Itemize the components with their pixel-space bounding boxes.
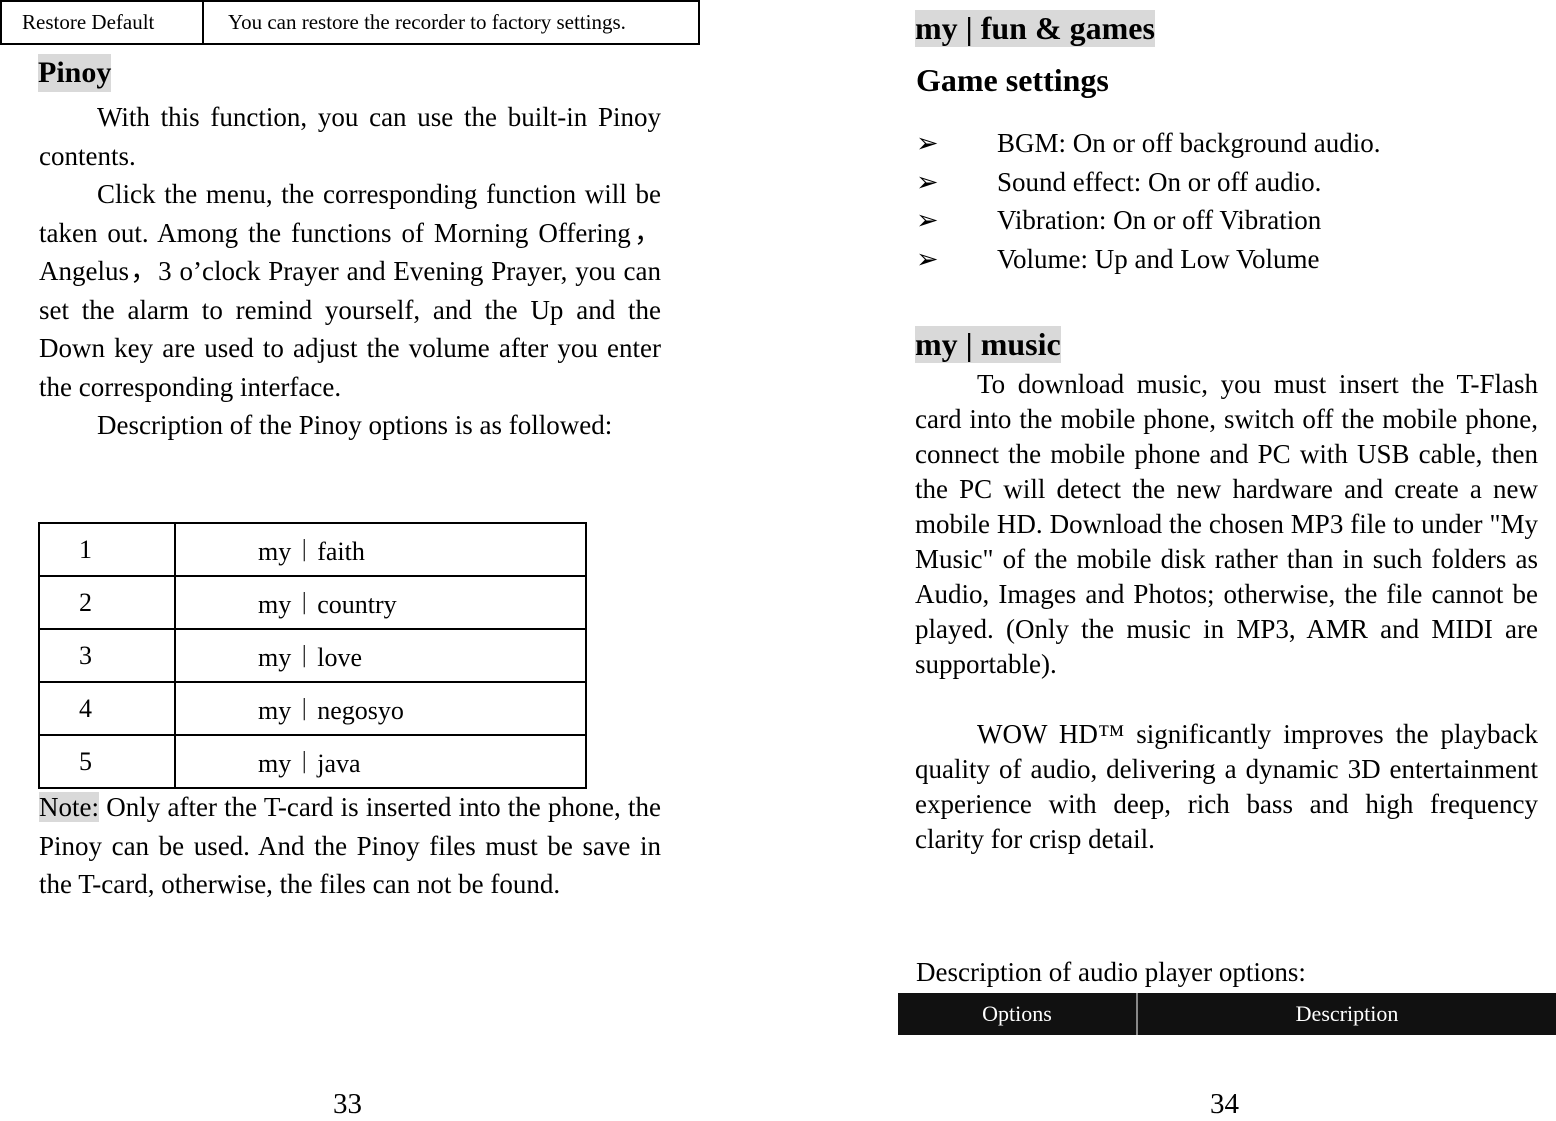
paragraph: Click the menu, the corresponding functi… [39, 179, 661, 402]
page-number: 34 [1210, 1088, 1239, 1120]
right-body: To download music, you must insert the T… [915, 367, 1538, 857]
section-heading: my | fun & games [915, 10, 1155, 47]
arrowhead-bullet-icon: ➢ [916, 166, 939, 197]
pinoy-options-table: 1 my︱faith 2 my︱country 3 my︱love 4 my︱negos… [38, 522, 587, 789]
label: my︱faith [174, 522, 587, 577]
item-text: Sound effect: On or off audio. [997, 166, 1322, 197]
item-text: Volume: Up and Low Volume [997, 243, 1320, 274]
num: 5 [38, 734, 176, 789]
list-item: ➢ Sound effect: On or off audio. [916, 163, 1380, 202]
num: 2 [38, 575, 176, 630]
paragraph: With this function, you can use the buil… [39, 102, 661, 171]
restore-default-table: Restore Default You can restore the reco… [0, 0, 700, 45]
arrowhead-bullet-icon: ➢ [916, 128, 939, 158]
header-options: Options [898, 993, 1138, 1035]
audio-options-table: Options Description [898, 993, 1556, 1035]
label: my︱country [174, 575, 587, 630]
num: 3 [38, 628, 176, 683]
list-item: ➢ Volume: Up and Low Volume [916, 240, 1380, 279]
arrowhead-bullet-icon: ➢ [916, 243, 939, 274]
table-row: 2 my︱country [38, 575, 587, 630]
item-text: Vibration: On or off Vibration [997, 205, 1322, 235]
list-item: ➢ Vibration: On or off Vibration [916, 201, 1380, 240]
table-row: 5 my︱java [38, 734, 587, 789]
left-body: With this function, you can use the buil… [39, 98, 661, 445]
arrowhead-bullet-icon: ➢ [916, 205, 939, 235]
section-heading: Pinoy [38, 54, 112, 92]
table-row: 4 my︱negosyo [38, 681, 587, 736]
list-item: ➢ BGM: On or off background audio. [916, 124, 1380, 163]
item-text: BGM: On or off background audio. [997, 128, 1381, 158]
paragraph: Description of the Pinoy options is as f… [97, 410, 613, 440]
settings-list: ➢ BGM: On or off background audio. ➢ Sound… [916, 124, 1380, 278]
table-row: 1 my︱faith [38, 522, 587, 577]
description-cell: You can restore the recorder to factory … [228, 10, 626, 34]
note-label: Note: [39, 792, 99, 822]
paragraph: To download music, you must insert the T… [915, 369, 1538, 679]
subheading: Game settings [916, 62, 1109, 98]
note-text: Only after the T-card is inserted into t… [39, 792, 661, 899]
section-heading: my | music [915, 326, 1061, 363]
label: my︱negosyo [174, 681, 587, 736]
note: Note: Only after the T-card is inserted … [39, 788, 661, 904]
page-number: 33 [333, 1088, 362, 1120]
label: my︱java [174, 734, 587, 789]
table-row: 3 my︱love [38, 628, 587, 683]
table-caption: Description of audio player options: [916, 957, 1306, 987]
label: my︱love [174, 628, 587, 683]
num: 4 [38, 681, 176, 736]
num: 1 [38, 522, 176, 577]
header-description: Description [1295, 1001, 1399, 1026]
paragraph: WOW HD™ significantly improves the playb… [915, 719, 1538, 854]
option-cell: Restore Default [1, 1, 204, 44]
